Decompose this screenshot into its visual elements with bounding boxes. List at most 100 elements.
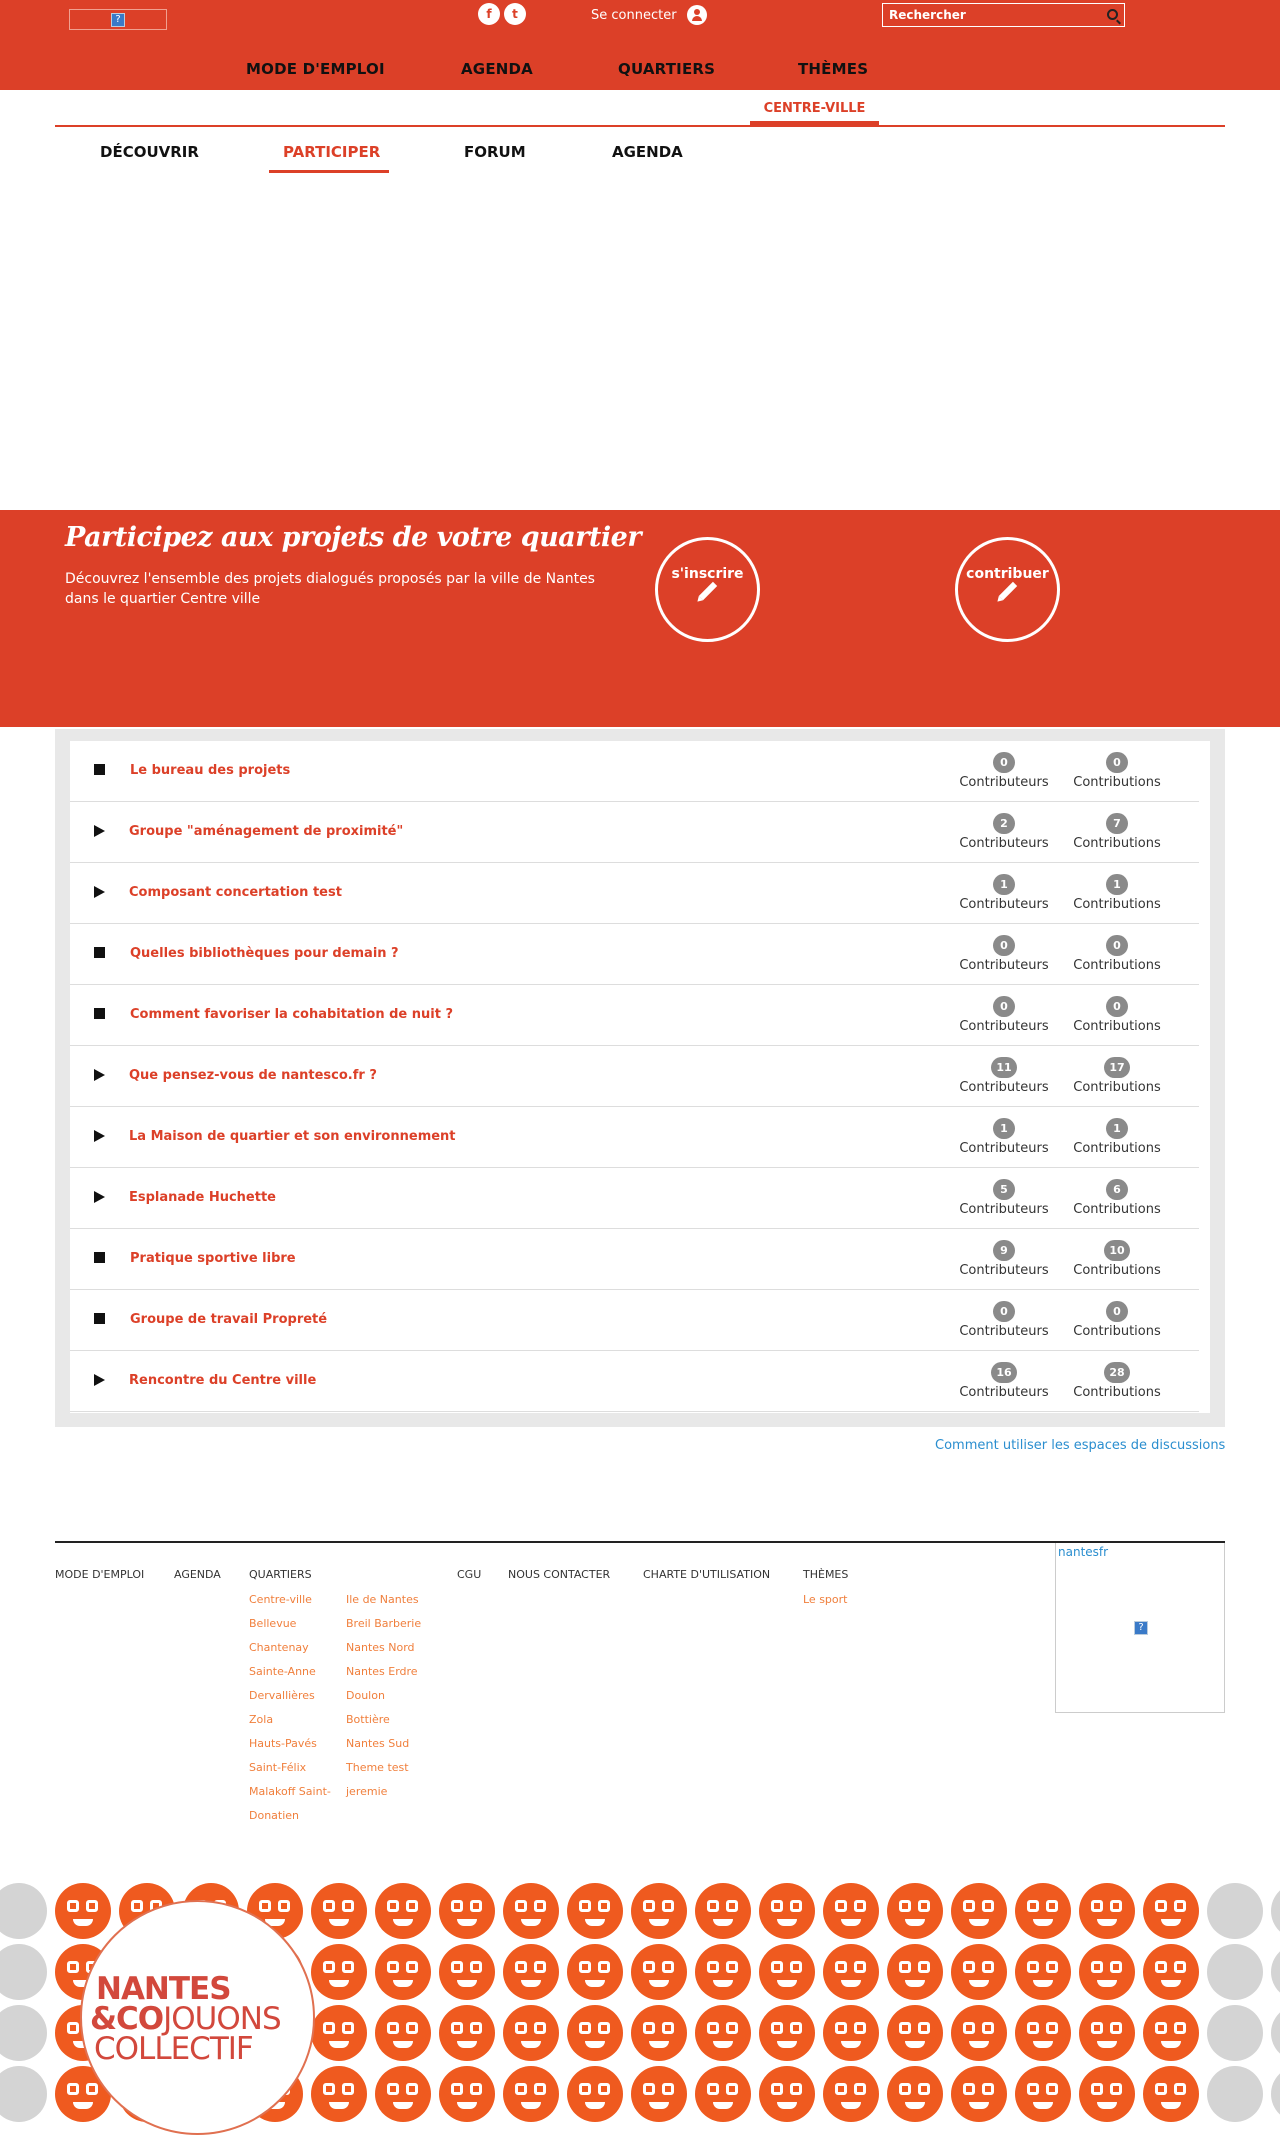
footer-link[interactable]: Theme test bbox=[346, 1756, 421, 1780]
project-row[interactable]: Pratique sportive libre 9 Contributeurs 10 C… bbox=[70, 1229, 1199, 1290]
signup-button[interactable]: s'inscrire bbox=[655, 537, 760, 642]
search-icon[interactable] bbox=[1107, 9, 1118, 20]
footer-link[interactable]: Bottière bbox=[346, 1708, 421, 1732]
contributions-label: Contributions bbox=[1073, 1202, 1161, 1217]
quartier-label[interactable]: CENTRE-VILLE bbox=[750, 101, 879, 116]
contributions-stat: 7 Contributions bbox=[1062, 812, 1172, 851]
widget-title[interactable]: nantesfr bbox=[1058, 1545, 1108, 1559]
contributions-label: Contributions bbox=[1073, 775, 1161, 790]
smiley-icon bbox=[503, 1883, 559, 1939]
footer-link[interactable]: Saint-Félix bbox=[249, 1756, 331, 1780]
project-row[interactable]: Composant concertation test 1 Contributeur… bbox=[70, 863, 1199, 924]
smiley-icon bbox=[823, 1883, 879, 1939]
nav-agenda[interactable]: AGENDA bbox=[461, 60, 533, 78]
tab-agenda[interactable]: AGENDA bbox=[612, 143, 683, 161]
contributions-stat: 0 Contributions bbox=[1062, 934, 1172, 973]
footer-link[interactable]: Ile de Nantes bbox=[346, 1588, 421, 1612]
footer-link[interactable]: Nantes Nord bbox=[346, 1636, 421, 1660]
tab-decouvrir[interactable]: DÉCOUVRIR bbox=[100, 143, 199, 161]
project-title[interactable]: Groupe de travail Propreté bbox=[130, 1312, 327, 1327]
footer-link[interactable]: Le sport bbox=[803, 1588, 847, 1612]
project-title[interactable]: Esplanade Huchette bbox=[129, 1190, 276, 1205]
project-title[interactable]: Pratique sportive libre bbox=[130, 1251, 296, 1266]
smiley-feature bbox=[918, 1900, 930, 1912]
footer-link[interactable]: Malakoff Saint- bbox=[249, 1780, 331, 1804]
smiley-feature bbox=[342, 2083, 354, 2095]
smiley-feature bbox=[713, 1980, 733, 1987]
project-row[interactable]: Groupe "aménagement de proximité" 2 Contri… bbox=[70, 802, 1199, 863]
project-row[interactable]: Le bureau des projets 0 Contributeurs 0 Cont… bbox=[70, 741, 1199, 802]
smiley-feature bbox=[1097, 2102, 1117, 2109]
facebook-icon[interactable]: f bbox=[478, 3, 500, 25]
twitter-icon[interactable]: t bbox=[504, 3, 526, 25]
smiley-icon bbox=[0, 2066, 47, 2122]
smiley-icon bbox=[887, 2005, 943, 2061]
projects-panel: Le bureau des projets 0 Contributeurs 0 Cont… bbox=[55, 729, 1225, 1427]
footer-link[interactable]: Breil Barberie bbox=[346, 1612, 421, 1636]
project-row[interactable]: Comment favoriser la cohabitation de nui… bbox=[70, 985, 1199, 1046]
contributions-count: 0 bbox=[1106, 996, 1128, 1017]
footer-link[interactable]: Bellevue bbox=[249, 1612, 331, 1636]
smiley-feature bbox=[1033, 1919, 1053, 1926]
project-title[interactable]: Composant concertation test bbox=[129, 885, 342, 900]
footer-link[interactable]: Sainte-Anne bbox=[249, 1660, 331, 1684]
contributions-label: Contributions bbox=[1073, 958, 1161, 973]
smiley-feature bbox=[1097, 1919, 1117, 1926]
project-row[interactable]: La Maison de quartier et son environneme… bbox=[70, 1107, 1199, 1168]
smiley-feature bbox=[457, 1919, 477, 1926]
footer-link[interactable]: Nantes Erdre bbox=[346, 1660, 421, 1684]
footer-link[interactable]: jeremie bbox=[346, 1780, 421, 1804]
project-title[interactable]: La Maison de quartier et son environneme… bbox=[129, 1129, 456, 1144]
smiley-icon bbox=[375, 2066, 431, 2122]
stop-icon bbox=[94, 1008, 105, 1019]
footer-link[interactable]: Dervallières bbox=[249, 1684, 331, 1708]
smiley-feature bbox=[406, 1900, 418, 1912]
footer-link[interactable]: Donatien bbox=[249, 1804, 331, 1828]
tab-forum[interactable]: FORUM bbox=[464, 143, 526, 161]
nav-themes[interactable]: THÈMES bbox=[798, 60, 868, 78]
footer-agenda[interactable]: AGENDA bbox=[174, 1568, 221, 1581]
project-row[interactable]: Que pensez-vous de nantesco.fr ? 11 Contri… bbox=[70, 1046, 1199, 1107]
project-row[interactable]: Rencontre du Centre ville 16 Contributeurs… bbox=[70, 1351, 1199, 1412]
broken-image-icon: ? bbox=[1134, 1621, 1148, 1635]
footer-contact[interactable]: NOUS CONTACTER bbox=[508, 1568, 610, 1581]
tab-participer[interactable]: PARTICIPER bbox=[283, 143, 380, 161]
project-row[interactable]: Esplanade Huchette 5 Contributeurs 6 Contrib… bbox=[70, 1168, 1199, 1229]
play-icon bbox=[94, 1069, 105, 1081]
smiley-icon bbox=[567, 2066, 623, 2122]
smiley-icon bbox=[951, 1944, 1007, 2000]
footer-charte[interactable]: CHARTE D'UTILISATION bbox=[643, 1568, 770, 1581]
project-row[interactable]: Quelles bibliothèques pour demain ? 0 Cont… bbox=[70, 924, 1199, 985]
nav-mode-emploi[interactable]: MODE D'EMPLOI bbox=[246, 60, 385, 78]
smiley-icon bbox=[1015, 2066, 1071, 2122]
project-title[interactable]: Comment favoriser la cohabitation de nui… bbox=[130, 1007, 453, 1022]
footer-link[interactable]: Chantenay bbox=[249, 1636, 331, 1660]
play-icon bbox=[94, 1191, 105, 1203]
smiley-feature bbox=[1161, 2041, 1181, 2048]
footer-link[interactable]: Centre-ville bbox=[249, 1588, 331, 1612]
help-link[interactable]: Comment utiliser les espaces de discussi… bbox=[935, 1438, 1225, 1453]
contribute-button[interactable]: contribuer bbox=[955, 537, 1060, 642]
footer-link[interactable]: Hauts-Pavés bbox=[249, 1732, 331, 1756]
project-title[interactable]: Le bureau des projets bbox=[130, 763, 290, 778]
project-title[interactable]: Quelles bibliothèques pour demain ? bbox=[130, 946, 399, 961]
footer-link[interactable]: Nantes Sud bbox=[346, 1732, 421, 1756]
footer-link[interactable]: Zola bbox=[249, 1708, 331, 1732]
project-row[interactable]: Groupe de travail Propreté 0 Contributeurs… bbox=[70, 1290, 1199, 1351]
footer-themes[interactable]: THÈMES bbox=[803, 1568, 848, 1581]
footer-cgu[interactable]: CGU bbox=[457, 1568, 481, 1581]
project-title[interactable]: Groupe "aménagement de proximité" bbox=[129, 824, 403, 839]
login-link[interactable]: Se connecter bbox=[591, 5, 707, 25]
search-input[interactable] bbox=[889, 8, 1089, 22]
smiley-feature bbox=[1110, 2022, 1122, 2034]
footer-mode-emploi[interactable]: MODE D'EMPLOI bbox=[55, 1568, 144, 1581]
footer-quartiers[interactable]: QUARTIERS bbox=[249, 1568, 312, 1581]
site-logo[interactable]: ? bbox=[69, 9, 167, 30]
nav-quartiers[interactable]: QUARTIERS bbox=[618, 60, 715, 78]
footer-link[interactable]: Doulon bbox=[346, 1684, 421, 1708]
contributeurs-stat: 11 Contributeurs bbox=[949, 1056, 1059, 1095]
project-title[interactable]: Rencontre du Centre ville bbox=[129, 1373, 316, 1388]
contributeurs-label: Contributeurs bbox=[959, 958, 1049, 973]
smiley-feature bbox=[579, 1900, 591, 1912]
project-title[interactable]: Que pensez-vous de nantesco.fr ? bbox=[129, 1068, 377, 1083]
